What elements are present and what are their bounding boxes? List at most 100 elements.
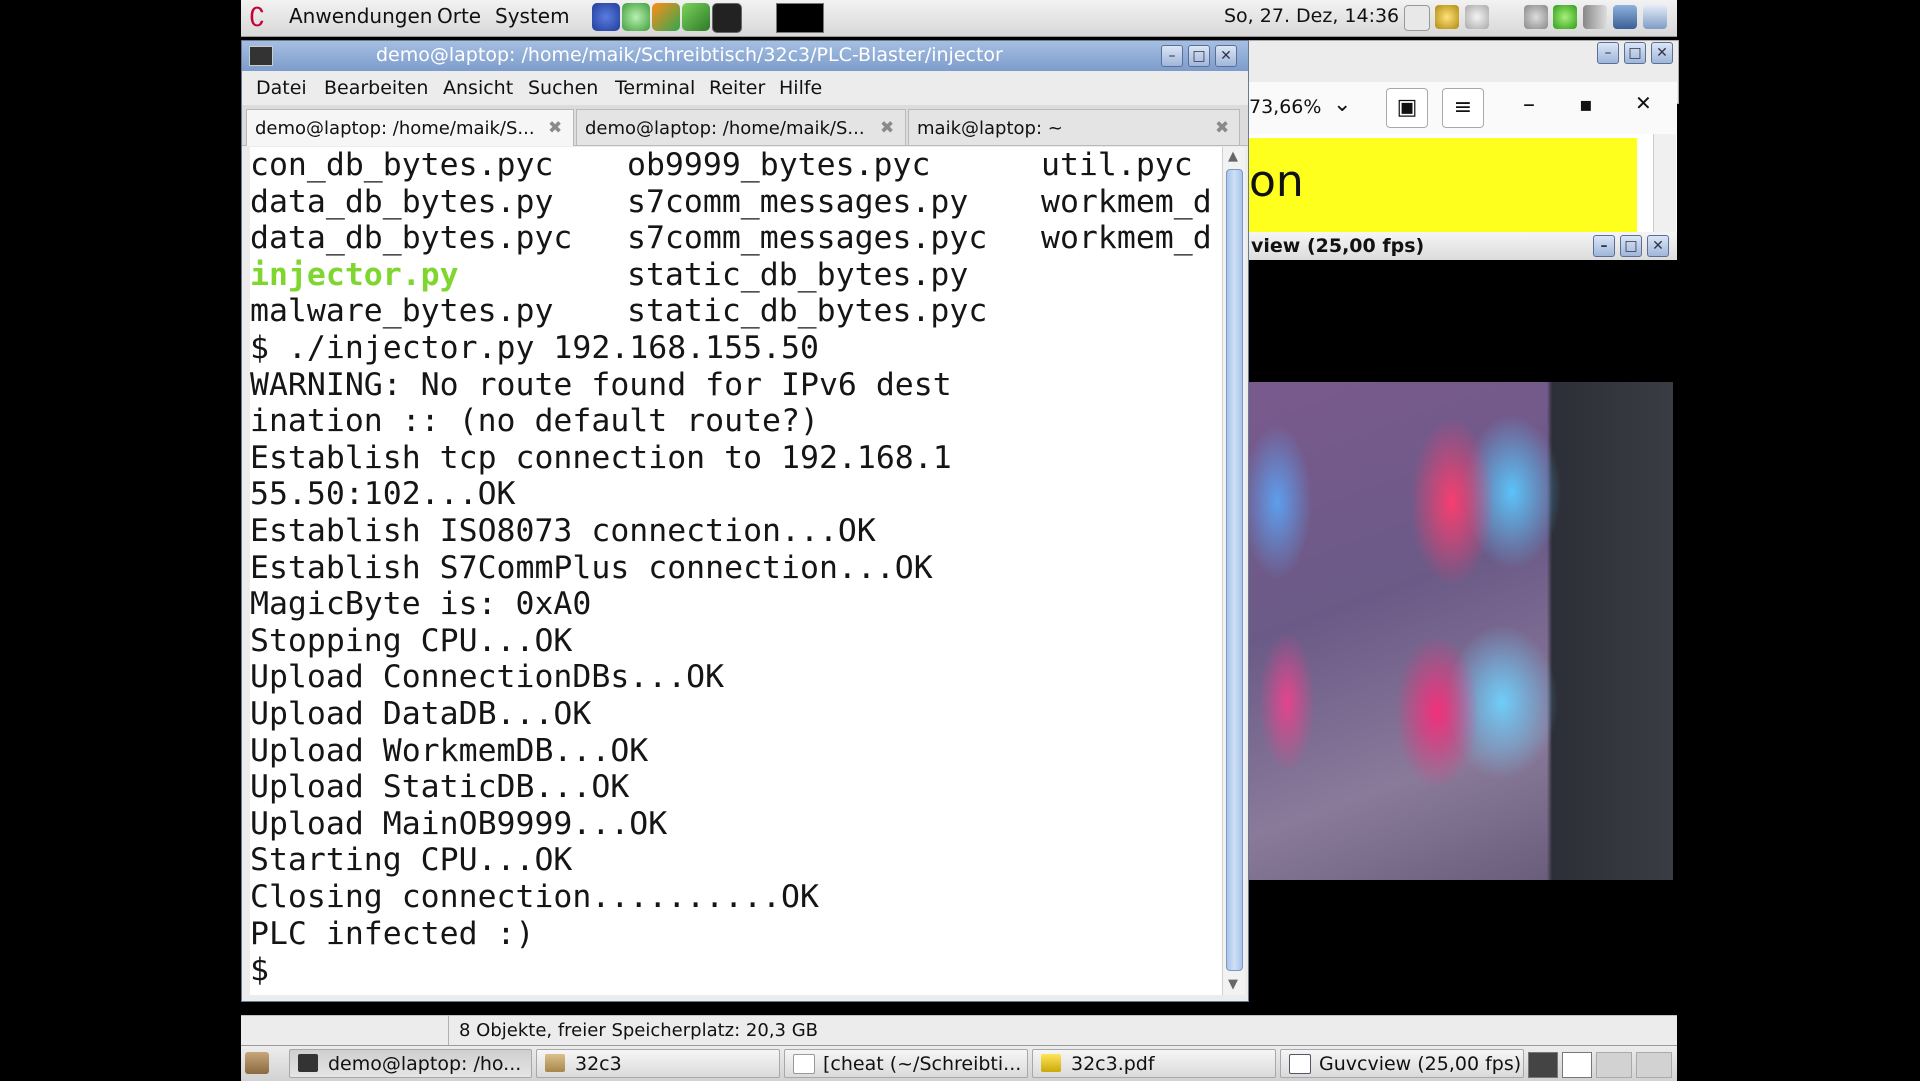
terminal-scrollbar[interactable]: ▲ ▼ [1222, 147, 1245, 995]
terminal-line: workmem_d [1041, 220, 1212, 257]
pdf-scrollbar[interactable] [1653, 134, 1676, 240]
close-icon[interactable]: ✕ [1215, 45, 1237, 67]
terminal-line: WARNING: No route found for IPv6 dest [250, 366, 952, 403]
clock[interactable]: So, 27. Dez, 14:36 [1224, 5, 1399, 27]
terminal-line: util.pyc [1041, 147, 1193, 183]
close-tab-icon[interactable]: ✖ [1215, 118, 1229, 138]
menu-tabs[interactable]: Reiter [709, 77, 765, 99]
menu-edit[interactable]: Bearbeiten [324, 77, 428, 99]
tab-3[interactable]: maik@laptop: ~ ✖ [908, 109, 1240, 145]
close-icon[interactable]: ✕ [1647, 235, 1669, 257]
terminal-launcher-icon[interactable] [712, 3, 742, 33]
guvcview-title: view (25,00 fps) [1251, 235, 1425, 257]
maximize-icon[interactable]: □ [1620, 235, 1642, 257]
terminal-line: $ ./injector.py 192.168.155.50 [250, 330, 819, 366]
terminal-line: Upload ConnectionDBs...OK [250, 659, 725, 696]
usb-icon[interactable] [1404, 5, 1430, 31]
tab-label: demo@laptop: /home/maik/S... [255, 118, 535, 139]
tab-1[interactable]: demo@laptop: /home/maik/S... ✖ [246, 109, 574, 146]
menu-help[interactable]: Hilfe [779, 77, 822, 99]
close-icon[interactable]: ✕ [1635, 91, 1652, 115]
volume-icon[interactable] [1583, 5, 1607, 29]
menubar: Datei Bearbeiten Ansicht Suchen Terminal… [242, 71, 1248, 103]
executable-filename: injector.py [250, 256, 459, 293]
top-panel: ∁ Anwendungen Orte System So, 27. Dez, 1… [241, 0, 1677, 37]
update-icon[interactable] [1553, 5, 1577, 29]
terminal-line: workmem_d [1041, 183, 1212, 220]
weather-icon[interactable] [1465, 5, 1489, 29]
tab-2[interactable]: demo@laptop: /home/maik/S... ✖ [576, 109, 906, 145]
menu-file[interactable]: Datei [256, 77, 307, 99]
menu-system[interactable]: System [495, 4, 570, 28]
maximize-icon[interactable]: ▪ [1579, 92, 1593, 116]
scroll-down-icon[interactable]: ▼ [1228, 977, 1238, 992]
zoom-level[interactable]: 73,66% [1249, 96, 1321, 118]
maximize-icon[interactable]: □ [1188, 45, 1210, 67]
menu-applications[interactable]: Anwendungen [289, 4, 432, 28]
notification-icon[interactable] [1435, 5, 1459, 29]
tools-launcher-icon[interactable] [652, 3, 680, 31]
terminal-window[interactable]: demo@laptop: /home/maik/Schreibtisch/32c… [241, 40, 1249, 1002]
minimize-icon[interactable]: – [1593, 235, 1615, 257]
settings-launcher-icon[interactable] [682, 3, 710, 31]
browser-launcher-icon[interactable] [592, 3, 620, 31]
pdf-page: on [1247, 134, 1677, 240]
scroll-up-icon[interactable]: ▲ [1228, 149, 1238, 164]
maximize-icon[interactable]: □ [1624, 42, 1646, 64]
guvcview-titlebar[interactable]: view (25,00 fps) – □ ✕ [1247, 232, 1677, 260]
terminal-line: ob9999_bytes.pyc [627, 147, 931, 183]
menu-terminal[interactable]: Terminal [615, 77, 695, 99]
menu-places[interactable]: Orte [437, 4, 481, 28]
terminal-output[interactable]: con_db_bytes.pyc ob9999_bytes.pyc util.p… [250, 147, 1222, 995]
task-text-editor[interactable]: [cheat (~/Schreibti... [784, 1049, 1028, 1078]
terminal-titlebar[interactable]: demo@laptop: /home/maik/Schreibtisch/32c… [242, 41, 1248, 71]
file-manager-statusbar: 8 Objekte, freier Speicherplatz: 20,3 GB [241, 1015, 1677, 1046]
terminal-line: MagicByte is: 0xA0 [250, 586, 592, 623]
terminal-prompt: $ [250, 952, 269, 989]
task-folder[interactable]: 32c3 [536, 1049, 780, 1078]
minimize-icon[interactable]: – [1161, 45, 1183, 67]
battery-icon[interactable] [1643, 5, 1667, 29]
pdf-icon [1041, 1054, 1061, 1072]
guvcview-window[interactable]: view (25,00 fps) – □ ✕ [1247, 232, 1677, 1000]
workspace-2[interactable] [1562, 1052, 1592, 1078]
close-tab-icon[interactable]: ✖ [880, 118, 894, 138]
terminal-line: Stopping CPU...OK [250, 622, 573, 659]
task-label: Guvcview (25,00 fps) [1319, 1053, 1522, 1075]
task-terminal[interactable]: demo@laptop: /ho... [289, 1049, 532, 1078]
terminal-line: Establish ISO8073 connection...OK [250, 513, 876, 549]
taskbar: demo@laptop: /ho... 32c3 [cheat (~/Schre… [241, 1045, 1677, 1081]
terminal-line: 55.50:102...OK [250, 476, 516, 513]
network-status-icon[interactable] [1613, 5, 1637, 29]
chevron-down-icon[interactable]: ⌄ [1333, 92, 1351, 117]
terminal-line: malware_bytes.py [250, 293, 554, 330]
network-launcher-icon[interactable] [622, 3, 650, 31]
tab-label: demo@laptop: /home/maik/S... [585, 118, 865, 139]
sync-icon[interactable] [1524, 5, 1548, 29]
scrollbar-thumb[interactable] [1226, 169, 1243, 971]
close-tab-icon[interactable]: ✖ [548, 118, 562, 138]
workspace-switcher[interactable] [776, 3, 824, 33]
show-desktop-icon[interactable] [245, 1052, 269, 1074]
terminal-line: Upload MainOB9999...OK [250, 805, 668, 842]
workspace-3[interactable] [1596, 1052, 1632, 1078]
minimize-icon[interactable]: – [1597, 42, 1619, 64]
hamburger-menu-icon[interactable]: ≡ [1442, 88, 1484, 128]
workspace-4[interactable] [1636, 1052, 1672, 1078]
folder-icon [545, 1054, 565, 1072]
terminal-line: Closing connection..........OK [250, 879, 819, 915]
terminal-app-icon[interactable] [249, 46, 273, 66]
terminal-line: Starting CPU...OK [250, 842, 573, 879]
task-pdf[interactable]: 32c3.pdf [1032, 1049, 1276, 1078]
debian-logo-icon[interactable]: ∁ [249, 3, 266, 33]
terminal-line: con_db_bytes.pyc [250, 147, 554, 183]
close-icon[interactable]: ✕ [1651, 42, 1673, 64]
find-page-icon[interactable]: ▣ [1386, 88, 1428, 128]
workspace-1[interactable] [1528, 1052, 1558, 1078]
pdf-toolbar: 73,66% ⌄ ▣ ≡ – ▪ ✕ [1247, 82, 1677, 134]
task-guvcview[interactable]: Guvcview (25,00 fps) [1280, 1049, 1524, 1078]
tab-label: maik@laptop: ~ [917, 118, 1063, 139]
minimize-icon[interactable]: – [1523, 90, 1535, 118]
menu-view[interactable]: Ansicht [443, 77, 513, 99]
menu-search[interactable]: Suchen [528, 77, 598, 99]
